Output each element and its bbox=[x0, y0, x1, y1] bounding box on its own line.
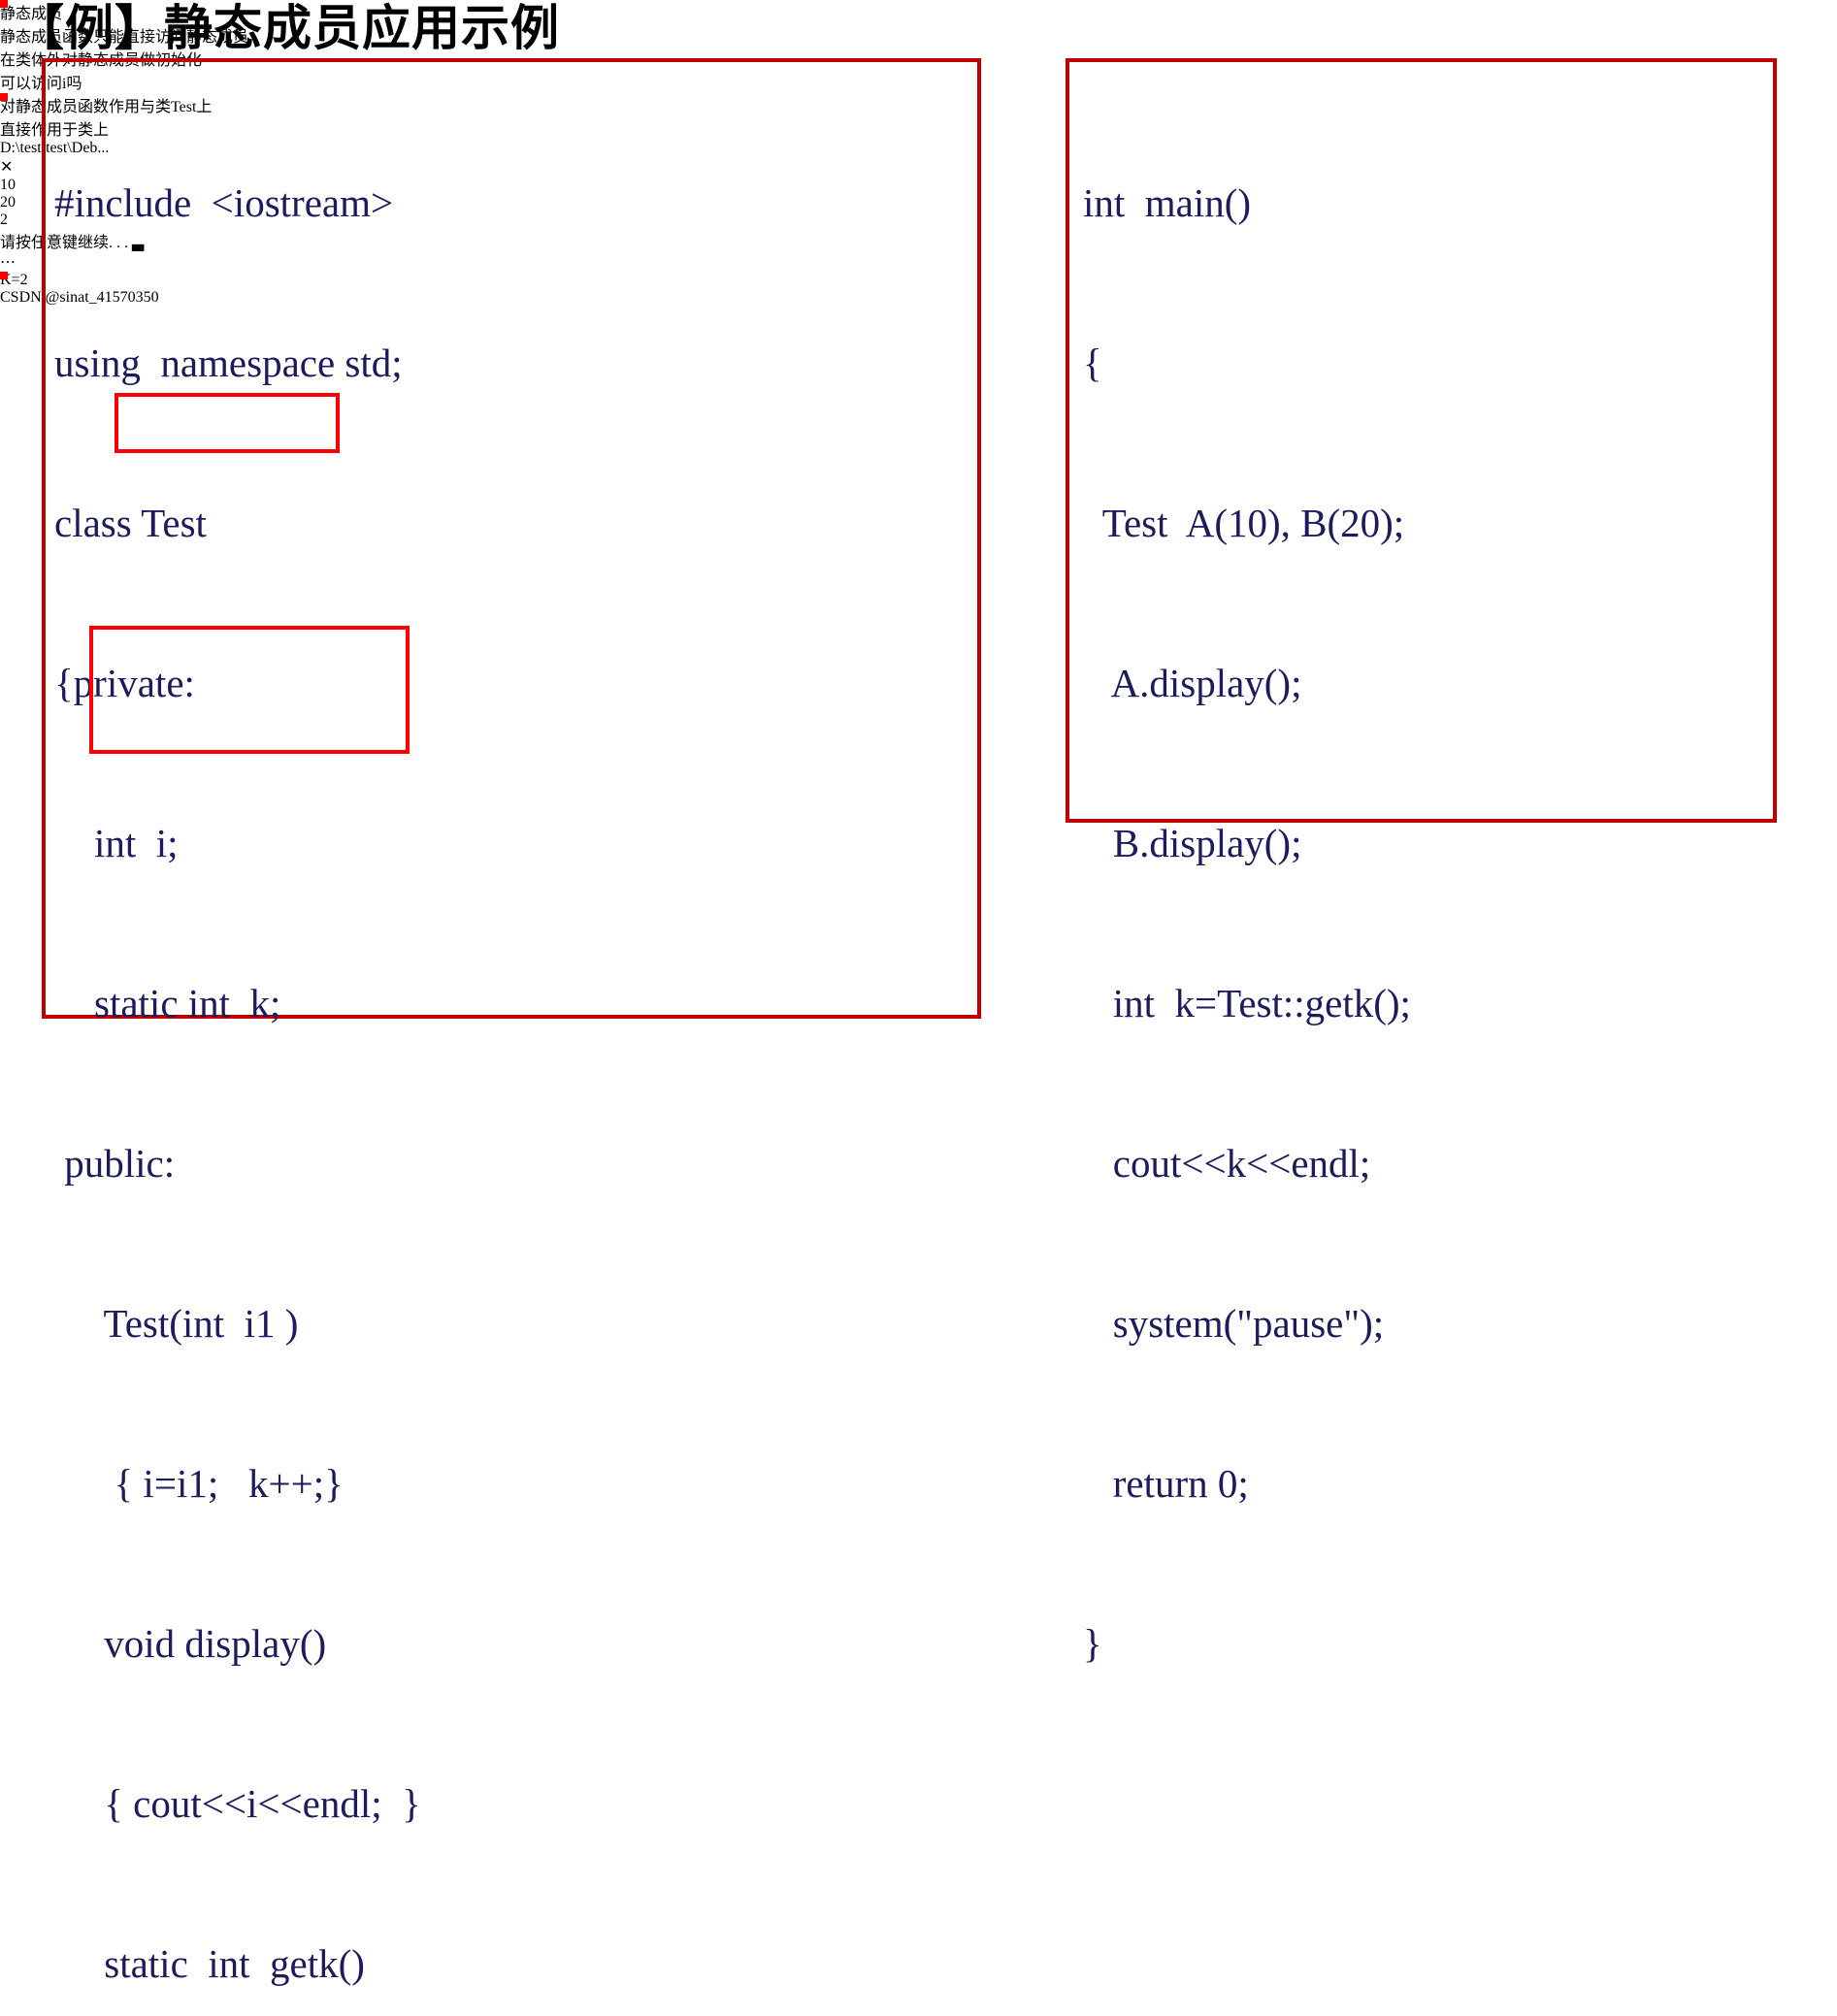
code-line-int-k-getk: int k=Test::getk(); bbox=[1083, 981, 1411, 1025]
highlight-box-int-k-getk bbox=[0, 93, 8, 101]
code-line-static-getk: static int getk() bbox=[54, 1941, 365, 1986]
highlight-box-console-k-value bbox=[0, 272, 8, 279]
left-code-block: #include <iostream> using namespace std;… bbox=[54, 70, 421, 2016]
code-line: using namespace std; bbox=[54, 341, 403, 385]
code-line: A.display(); bbox=[1083, 661, 1302, 705]
right-code-block: int main() { Test A(10), B(20); A.displa… bbox=[1083, 70, 1411, 1724]
highlight-box-test-k-init bbox=[0, 0, 8, 8]
code-line: { i=i1; k++;} bbox=[54, 1461, 344, 1506]
code-line: { cout<<i<<endl; } bbox=[54, 1781, 421, 1826]
code-line: B.display(); bbox=[1083, 821, 1302, 865]
code-line: class Test bbox=[54, 501, 207, 545]
code-line: Test(int i1 ) bbox=[54, 1301, 299, 1346]
code-line: cout<<k<<endl; bbox=[1083, 1141, 1371, 1186]
highlight-box-static-int-k bbox=[115, 393, 340, 453]
code-line: #include <iostream> bbox=[54, 180, 394, 225]
code-line: Test A(10), B(20); bbox=[1083, 501, 1405, 545]
code-line: int main() bbox=[1083, 180, 1252, 225]
page-title: 【例】静态成员应用示例 bbox=[16, 0, 560, 56]
code-line: system("pause"); bbox=[1083, 1301, 1385, 1346]
code-line: public: bbox=[54, 1141, 176, 1186]
code-line: } bbox=[1083, 1621, 1102, 1666]
highlight-box-static-getk bbox=[89, 626, 410, 754]
code-line-static-int-k: static int k; bbox=[54, 981, 281, 1025]
code-line: void display() bbox=[54, 1621, 327, 1666]
code-line: int i; bbox=[54, 821, 179, 865]
code-line: return 0; bbox=[1083, 1461, 1249, 1506]
code-line: { bbox=[1083, 341, 1102, 385]
